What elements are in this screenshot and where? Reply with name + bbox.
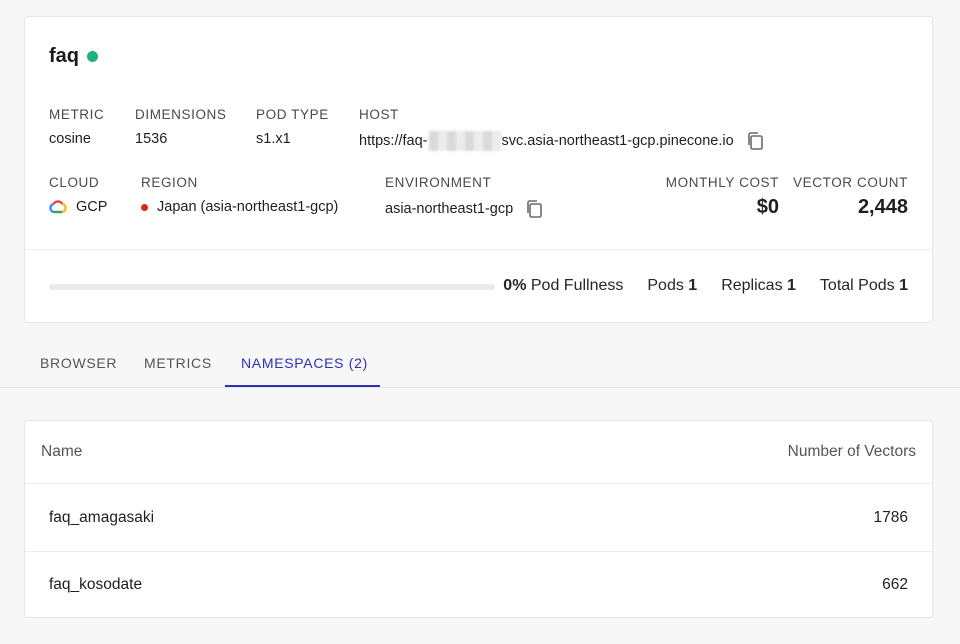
gcp-icon [49, 200, 67, 214]
replicas-label: Replicas [721, 277, 783, 294]
region-indicator-icon [141, 203, 148, 211]
cloud-field: CLOUD GCP [49, 175, 107, 215]
host-label: HOST [359, 107, 399, 122]
metric-field: METRIC cosine [49, 107, 104, 147]
namespace-name: faq_kosodate [49, 576, 143, 593]
copy-environment-icon[interactable] [525, 199, 543, 219]
replicas-stat: Replicas 1 [721, 277, 796, 295]
tab-browser[interactable]: BROWSER [40, 344, 117, 387]
pod-fullness-stat: 0% Pod Fullness [503, 277, 623, 295]
host-value: https://faq-svc.asia-northeast1-gcp.pine… [359, 131, 764, 151]
metric-label: METRIC [49, 107, 105, 122]
replicas-value: 1 [787, 277, 796, 294]
monthly-cost-value: $0 [756, 196, 779, 218]
index-summary-card: faq METRIC cosine DIMENSIONS 1536 POD TY… [24, 16, 933, 323]
host-prefix: https://faq- [359, 133, 428, 149]
index-tabs: BROWSER METRICS NAMESPACES (2) [0, 344, 960, 388]
pod-stats: 0% Pod Fullness Pods 1 Replicas 1 Total … [503, 277, 908, 295]
monthly-cost-field: MONTHLY COST $0 [666, 175, 779, 219]
namespace-vector-count: 662 [882, 576, 908, 593]
dimensions-value: 1536 [135, 131, 168, 147]
status-indicator-icon [87, 51, 98, 62]
table-row[interactable]: faq_amagasaki 1786 [25, 484, 932, 551]
pod-fullness-value: 0% [503, 277, 527, 294]
vector-count-label: VECTOR COUNT [793, 175, 908, 190]
environment-value: asia-northeast1-gcp [385, 199, 543, 219]
column-header-name[interactable]: Name [41, 443, 82, 461]
table-header: Name Number of Vectors [25, 421, 932, 484]
host-field: HOST https://faq-svc.asia-northeast1-gcp… [359, 107, 764, 151]
dimensions-field: DIMENSIONS 1536 [135, 107, 227, 147]
namespace-name: faq_amagasaki [49, 508, 155, 526]
region-name: Japan (asia-northeast1-gcp) [157, 199, 339, 215]
pod-type-field: POD TYPE s1.x1 [256, 107, 329, 147]
cloud-label: CLOUD [49, 175, 100, 190]
total-pods-value: 1 [899, 277, 908, 294]
environment-label: ENVIRONMENT [385, 175, 492, 190]
cloud-value: GCP [49, 199, 107, 215]
tab-metrics[interactable]: METRICS [144, 344, 212, 387]
index-title-row: faq [49, 45, 98, 68]
copy-host-icon[interactable] [746, 131, 764, 151]
card-divider [25, 249, 932, 250]
column-header-vectors[interactable]: Number of Vectors [788, 443, 916, 461]
index-name: faq [49, 45, 79, 67]
pod-fullness-label: Pod Fullness [530, 277, 624, 294]
cloud-name: GCP [76, 199, 108, 215]
environment-field: ENVIRONMENT asia-northeast1-gcp [385, 175, 543, 219]
vector-count-field: VECTOR COUNT 2,448 [793, 175, 908, 219]
pod-fullness-bar [49, 284, 495, 290]
table-row[interactable]: faq_kosodate 662 [25, 551, 932, 617]
tab-namespaces[interactable]: NAMESPACES (2) [225, 344, 380, 387]
vector-count-value: 2,448 [857, 196, 908, 218]
total-pods-label: Total Pods [819, 277, 895, 294]
pods-label: Pods [647, 277, 684, 294]
region-field: REGION Japan (asia-northeast1-gcp) [141, 175, 338, 215]
pod-type-label: POD TYPE [256, 107, 329, 122]
pods-value: 1 [688, 277, 698, 294]
environment-name: asia-northeast1-gcp [385, 201, 514, 217]
pod-type-value: s1.x1 [256, 131, 291, 147]
metric-value: cosine [49, 131, 91, 147]
pods-stat: Pods 1 [647, 277, 697, 295]
dimensions-label: DIMENSIONS [135, 107, 227, 122]
host-suffix: svc.asia-northeast1-gcp.pinecone.io [501, 133, 734, 149]
region-label: REGION [141, 175, 198, 190]
redacted-host-segment [428, 131, 501, 151]
monthly-cost-label: MONTHLY COST [665, 175, 779, 190]
namespace-vector-count: 1786 [873, 508, 908, 526]
namespaces-table: Name Number of Vectors faq_amagasaki 178… [24, 420, 933, 618]
total-pods-stat: Total Pods 1 [820, 277, 908, 295]
region-value: Japan (asia-northeast1-gcp) [141, 199, 338, 215]
